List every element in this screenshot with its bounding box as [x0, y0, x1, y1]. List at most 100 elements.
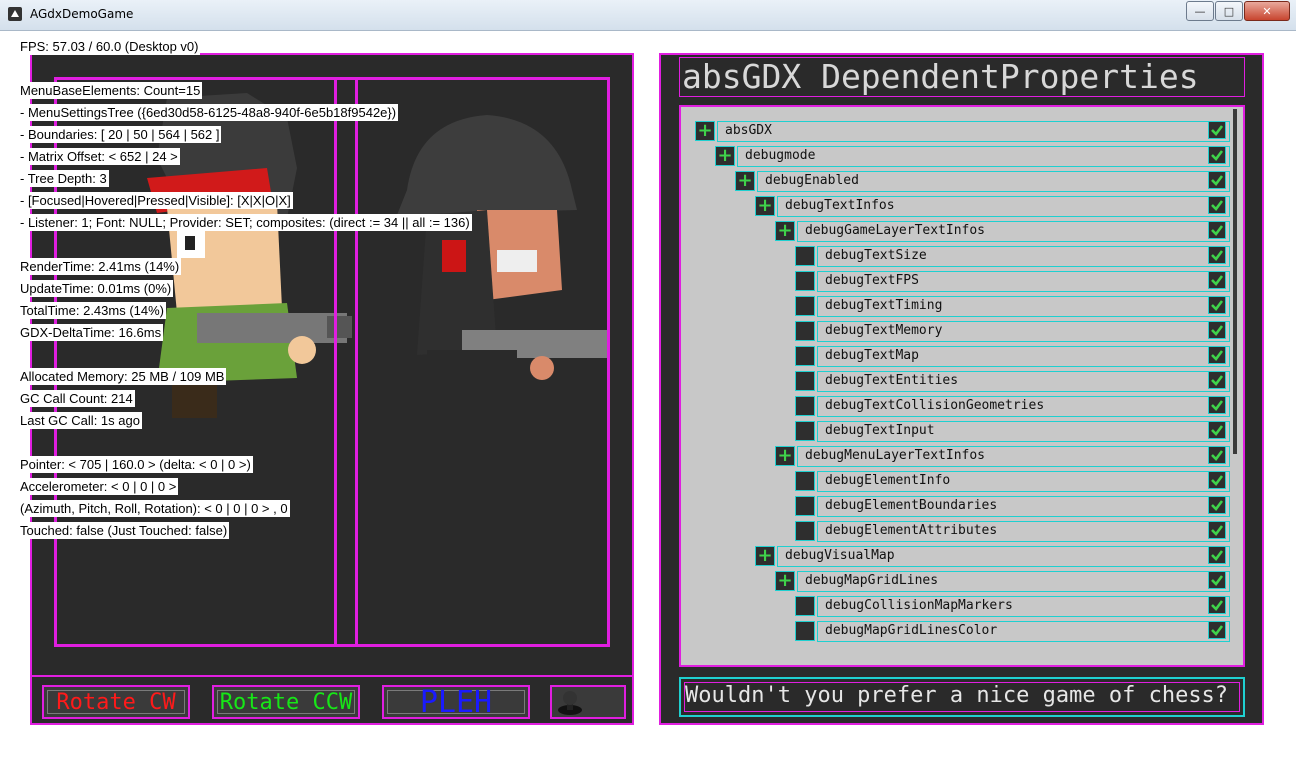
check-icon: [1211, 225, 1224, 236]
leaf-node-icon: [795, 246, 815, 266]
checkbox[interactable]: [1208, 246, 1226, 264]
debug-line: - MenuSettingsTree ({6ed30d58-6125-48a8-…: [18, 104, 399, 121]
checkbox[interactable]: [1208, 271, 1226, 289]
checkbox[interactable]: [1208, 521, 1226, 539]
checkbox[interactable]: [1208, 171, 1226, 189]
tree-node[interactable]: debugElementInfo: [795, 471, 1230, 492]
tree-node[interactable]: + debugVisualMap: [755, 546, 1230, 567]
tree-node-label: debugTextMemory: [825, 323, 943, 338]
tree-node[interactable]: debugTextMap: [795, 346, 1230, 367]
debug-line: Allocated Memory: 25 MB / 109 MB: [18, 368, 227, 385]
tree-node[interactable]: + debugGameLayerTextInfos: [775, 221, 1230, 242]
check-icon: [1211, 275, 1224, 286]
check-icon: [1211, 425, 1224, 436]
check-icon: [1211, 500, 1224, 511]
tree-node[interactable]: + debugMapGridLines: [775, 571, 1230, 592]
expand-plus-icon[interactable]: +: [775, 571, 795, 591]
tree-node[interactable]: + absGDX: [695, 121, 1230, 142]
checkbox[interactable]: [1208, 196, 1226, 214]
tree-node[interactable]: debugTextCollisionGeometries: [795, 396, 1230, 417]
tree-node-label: debugTextEntities: [825, 373, 959, 388]
debug-line: - Matrix Offset: < 652 | 24 >: [18, 148, 180, 165]
checkbox[interactable]: [1208, 221, 1226, 239]
tree-node[interactable]: + debugTextInfos: [755, 196, 1230, 217]
check-icon: [1211, 325, 1224, 336]
debug-line: Pointer: < 705 | 160.0 > (delta: < 0 | 0…: [18, 456, 253, 473]
expand-plus-icon[interactable]: +: [775, 221, 795, 241]
tree-node[interactable]: debugTextTiming: [795, 296, 1230, 317]
debug-line: Accelerometer: < 0 | 0 | 0 >: [18, 478, 179, 495]
leaf-node-icon: [795, 346, 815, 366]
leaf-node-icon: [795, 321, 815, 341]
tree-node[interactable]: + debugEnabled: [735, 171, 1230, 192]
check-icon: [1211, 175, 1224, 186]
tree-node[interactable]: debugElementBoundaries: [795, 496, 1230, 517]
checkbox[interactable]: [1208, 471, 1226, 489]
settings-tree[interactable]: + absGDX + debugmode + debugEnabled + debugText…: [679, 105, 1245, 667]
checkbox[interactable]: [1208, 446, 1226, 464]
debug-line: GC Call Count: 214: [18, 390, 135, 407]
checkbox[interactable]: [1208, 546, 1226, 564]
expand-plus-icon[interactable]: +: [735, 171, 755, 191]
expand-plus-icon[interactable]: +: [715, 146, 735, 166]
checkbox[interactable]: [1208, 621, 1226, 639]
checkbox[interactable]: [1208, 396, 1226, 414]
chat-box[interactable]: Wouldn't you prefer a nice game of chess…: [679, 677, 1245, 717]
check-icon: [1211, 150, 1224, 161]
checkbox[interactable]: [1208, 371, 1226, 389]
tree-node-label: debugVisualMap: [785, 548, 895, 563]
checkbox[interactable]: [1208, 296, 1226, 314]
checkbox[interactable]: [1208, 421, 1226, 439]
tree-node[interactable]: debugCollisionMapMarkers: [795, 596, 1230, 617]
tree-scrollbar[interactable]: [1233, 109, 1237, 454]
tree-node[interactable]: debugTextFPS: [795, 271, 1230, 292]
rotate-ccw-button[interactable]: Rotate CCW: [212, 685, 360, 719]
maximize-button[interactable]: □: [1215, 1, 1243, 21]
checkbox[interactable]: [1208, 346, 1226, 364]
expand-plus-icon[interactable]: +: [775, 446, 795, 466]
minimize-button[interactable]: —: [1186, 1, 1214, 21]
tree-node-label: debugTextFPS: [825, 273, 919, 288]
tree-node-label: debugElementInfo: [825, 473, 951, 488]
check-icon: [1211, 375, 1224, 386]
debug-line: (Azimuth, Pitch, Roll, Rotation): < 0 | …: [18, 500, 290, 517]
tree-node-label: debugMapGridLinesColor: [825, 623, 998, 638]
check-icon: [1211, 250, 1224, 261]
checkbox[interactable]: [1208, 571, 1226, 589]
check-icon: [1211, 125, 1224, 136]
debug-line: RenderTime: 2.41ms (14%): [18, 258, 182, 275]
maximize-icon: □: [1223, 4, 1235, 18]
leaf-node-icon: [795, 271, 815, 291]
tree-node[interactable]: debugMapGridLinesColor: [795, 621, 1230, 642]
tree-node-label: debugTextCollisionGeometries: [825, 398, 1045, 413]
tree-node[interactable]: debugElementAttributes: [795, 521, 1230, 542]
help-button[interactable]: PLEH: [382, 685, 530, 720]
expand-plus-icon[interactable]: +: [695, 121, 715, 141]
checkbox[interactable]: [1208, 146, 1226, 164]
checkbox[interactable]: [1208, 596, 1226, 614]
close-button[interactable]: ✕: [1244, 1, 1290, 21]
tree-node[interactable]: debugTextInput: [795, 421, 1230, 442]
expand-plus-icon[interactable]: +: [755, 196, 775, 216]
tree-node[interactable]: debugTextSize: [795, 246, 1230, 267]
leaf-node-icon: [795, 596, 815, 616]
joystick-button[interactable]: [550, 685, 626, 719]
tree-node[interactable]: + debugMenuLayerTextInfos: [775, 446, 1230, 467]
tree-node[interactable]: debugTextEntities: [795, 371, 1230, 392]
debug-line: - Listener: 1; Font: NULL; Provider: SET…: [18, 214, 472, 231]
checkbox[interactable]: [1208, 496, 1226, 514]
tree-node-label: debugTextInput: [825, 423, 935, 438]
checkbox[interactable]: [1208, 121, 1226, 139]
checkbox[interactable]: [1208, 321, 1226, 339]
debug-line: FPS: 57.03 / 60.0 (Desktop v0): [18, 38, 201, 55]
debug-line: GDX-DeltaTime: 16.6ms: [18, 324, 164, 341]
tree-node-row: [717, 121, 1230, 142]
check-icon: [1211, 200, 1224, 211]
leaf-node-icon: [795, 371, 815, 391]
expand-plus-icon[interactable]: +: [755, 546, 775, 566]
app-icon: [8, 7, 22, 21]
leaf-node-icon: [795, 296, 815, 316]
rotate-cw-button[interactable]: Rotate CW: [42, 685, 190, 719]
tree-node[interactable]: debugTextMemory: [795, 321, 1230, 342]
tree-node[interactable]: + debugmode: [715, 146, 1230, 167]
